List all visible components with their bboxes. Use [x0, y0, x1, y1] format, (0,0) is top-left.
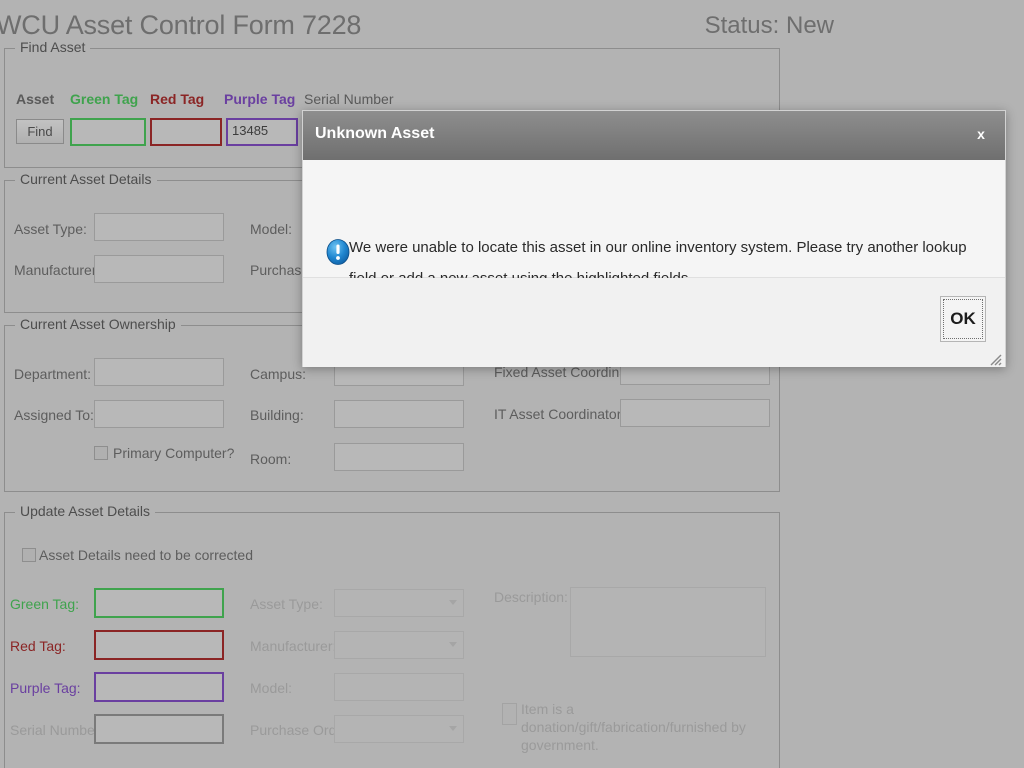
update-asset-type-value [335, 590, 463, 594]
chevron-down-icon [449, 600, 457, 605]
current-manufacturer-value [95, 256, 223, 260]
building-field[interactable] [334, 400, 464, 428]
find-red-tag-input[interactable] [150, 118, 222, 146]
info-exclamation-icon [325, 239, 351, 265]
update-purchase-order-combo[interactable] [334, 715, 464, 743]
column-header-serial-number: Serial Number [304, 91, 394, 107]
label-campus: Campus: [250, 366, 307, 382]
asset-details-correction-checkbox[interactable] [22, 548, 36, 562]
label-asset-details-correction: Asset Details need to be corrected [39, 547, 254, 563]
label-primary-computer: Primary Computer? [113, 445, 235, 461]
update-description-textarea[interactable] [570, 587, 766, 657]
update-description-value [571, 588, 765, 592]
close-icon[interactable]: x [973, 126, 989, 142]
label-donation: Item is a donation/gift/fabrication/furn… [521, 701, 746, 753]
find-button[interactable]: Find [16, 119, 64, 144]
label-it-asset-coordinator: IT Asset Coordinator: [494, 406, 626, 422]
update-red-tag-input[interactable] [94, 630, 224, 660]
label-building: Building: [250, 407, 304, 423]
update-purple-tag-input[interactable] [94, 672, 224, 702]
update-purple-tag-value [96, 674, 222, 678]
current-asset-type-field[interactable] [94, 213, 224, 241]
resize-grip-icon[interactable] [990, 353, 1002, 366]
label-update-green-tag: Green Tag: [10, 596, 80, 612]
it-asset-coordinator-field[interactable] [620, 399, 770, 427]
dialog-body: We were unable to locate this asset in o… [303, 160, 1005, 287]
label-update-description: Description: [494, 589, 568, 605]
dialog-title: Unknown Asset [315, 125, 435, 142]
status-label: Status: New [704, 12, 834, 39]
room-value [335, 444, 463, 448]
column-header-purple-tag: Purple Tag [224, 91, 296, 107]
find-purple-tag-input[interactable]: 13485 [226, 118, 298, 146]
find-green-tag-value [72, 120, 144, 124]
find-asset-legend: Find Asset [15, 39, 91, 55]
building-value [335, 401, 463, 405]
update-red-tag-value [96, 632, 222, 636]
dialog-title-bar: Unknown Asset x [303, 111, 1005, 160]
department-value [95, 359, 223, 363]
column-header-green-tag: Green Tag [70, 91, 139, 107]
donation-checkbox[interactable] [502, 703, 517, 725]
update-purchase-order-value [335, 716, 463, 720]
label-update-serial-number: Serial Number: [10, 722, 104, 738]
update-serial-number-input[interactable] [94, 714, 224, 744]
update-model-value [335, 674, 463, 678]
update-manufacturer-value [335, 632, 463, 636]
find-purple-tag-value: 13485 [232, 123, 269, 138]
update-model-field[interactable] [334, 673, 464, 701]
label-update-model: Model: [250, 680, 293, 696]
find-green-tag-input[interactable] [70, 118, 146, 146]
update-manufacturer-combo[interactable] [334, 631, 464, 659]
dialog-footer: OK [303, 278, 1005, 367]
label-update-asset-type: Asset Type: [250, 596, 323, 612]
it-asset-coordinator-value [621, 400, 769, 404]
asset-control-form-window: WCU Asset Control Form 7228 Status: New … [0, 0, 1024, 768]
label-asset-type: Asset Type: [14, 221, 87, 237]
unknown-asset-dialog: Unknown Asset x We were unable to locate… [302, 110, 1006, 367]
column-header-red-tag: Red Tag [150, 91, 205, 107]
ok-button[interactable]: OK [940, 296, 986, 342]
current-asset-details-legend: Current Asset Details [15, 171, 157, 187]
update-asset-details-legend: Update Asset Details [15, 503, 155, 519]
assigned-to-value [95, 401, 223, 405]
label-room: Room: [250, 451, 292, 467]
chevron-down-icon [449, 642, 457, 647]
page-title: WCU Asset Control Form 7228 [0, 10, 362, 40]
current-asset-type-value [95, 214, 223, 218]
room-field[interactable] [334, 443, 464, 471]
assigned-to-field[interactable] [94, 400, 224, 428]
current-manufacturer-field[interactable] [94, 255, 224, 283]
label-manufacturer: Manufacturer: [14, 262, 101, 278]
label-department: Department: [14, 366, 92, 382]
label-update-red-tag: Red Tag: [10, 638, 66, 654]
chevron-down-icon [449, 726, 457, 731]
label-model: Model: [250, 221, 293, 237]
update-green-tag-value [96, 590, 222, 594]
update-serial-number-value [96, 716, 222, 720]
label-update-manufacturer: Manufacturer: [250, 638, 337, 654]
department-field[interactable] [94, 358, 224, 386]
primary-computer-checkbox[interactable] [94, 446, 108, 460]
label-update-purple-tag: Purple Tag: [10, 680, 81, 696]
column-header-asset: Asset [16, 91, 55, 107]
find-red-tag-value [152, 120, 220, 124]
update-green-tag-input[interactable] [94, 588, 224, 618]
current-asset-ownership-legend: Current Asset Ownership [15, 316, 181, 332]
label-assigned-to: Assigned To: [14, 407, 94, 423]
update-asset-type-combo[interactable] [334, 589, 464, 617]
